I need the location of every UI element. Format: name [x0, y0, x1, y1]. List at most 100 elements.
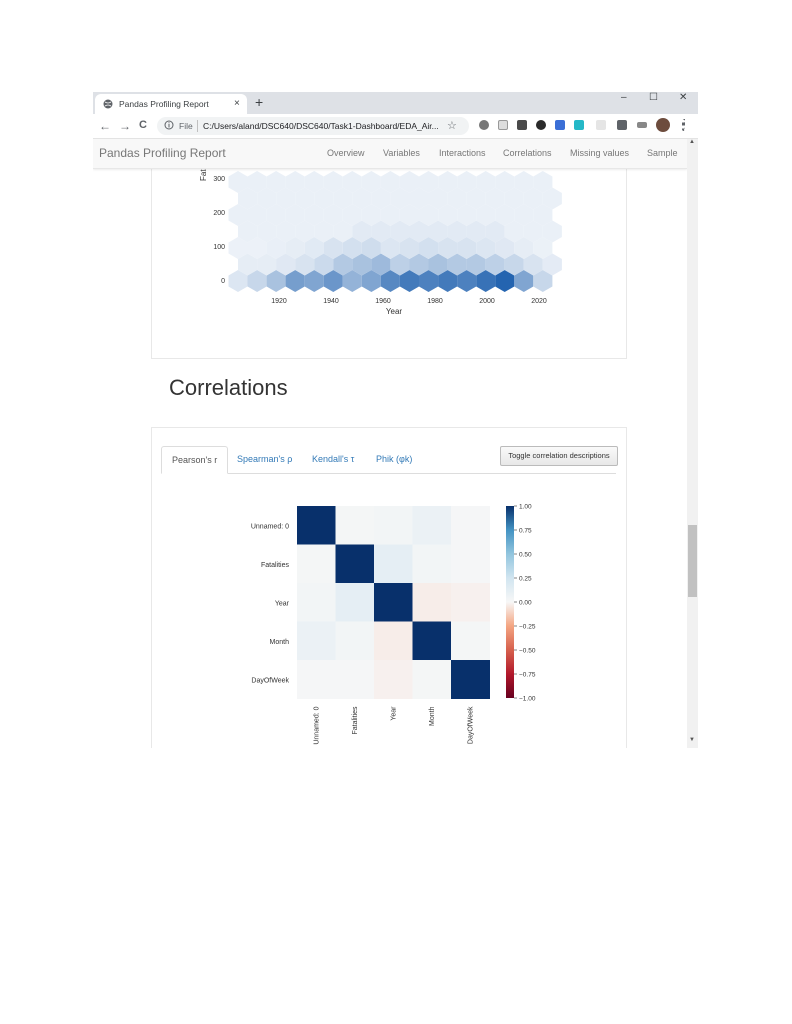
heatmap-cell — [335, 660, 375, 699]
colorbar-tick-label: 0.75 — [519, 528, 532, 535]
colorbar-tick-label: −0.50 — [519, 648, 536, 655]
heatmap-cell — [412, 621, 452, 661]
hexbin-xtick: 1980 — [427, 298, 443, 305]
reload-icon[interactable]: C — [139, 119, 147, 131]
heatmap-cell — [451, 506, 490, 545]
vertical-scrollbar[interactable]: ▲ ▼ — [687, 139, 698, 748]
heatmap-col-label: DayOfWeek — [467, 706, 474, 744]
heatmap-cell — [412, 506, 452, 545]
report-brand[interactable]: Pandas Profiling Report — [99, 146, 226, 160]
divider — [197, 120, 198, 132]
back-icon[interactable]: ← — [99, 119, 111, 133]
correlation-heatmap: Unnamed: 0 Unnamed: 0 Fatalities Fatalities… — [251, 504, 536, 745]
tab-pearson[interactable]: Pearson's r — [161, 446, 229, 474]
heatmap-row-label: Fatalities — [261, 562, 290, 569]
heatmap-cell — [297, 583, 336, 622]
hexbin-xlabel: Year — [386, 307, 403, 316]
hexbin-xtick: 1960 — [375, 298, 391, 305]
nav-missing-values[interactable]: Missing values — [570, 148, 629, 158]
scroll-down-icon[interactable]: ▼ — [689, 737, 695, 743]
hexbin-ytick: 100 — [213, 244, 225, 251]
extension-icon[interactable] — [574, 120, 584, 130]
hexbin-xtick: 2000 — [479, 298, 495, 305]
avatar[interactable] — [656, 118, 670, 132]
maximize-icon[interactable]: ☐ — [649, 92, 658, 103]
hexbin-chart: Fatalities 3002001000 192019401960198020… — [199, 149, 562, 316]
minimize-icon[interactable]: – — [621, 92, 627, 103]
address-bar[interactable]: File C:/Users/aland/DSC640/DSC640/Task1-… — [157, 117, 469, 135]
hexbin-ytick: 300 — [213, 176, 225, 183]
tab-phik[interactable]: Phik (φk) — [366, 446, 422, 472]
hexbin-xtick: 1920 — [271, 298, 287, 305]
heatmap-cell — [412, 544, 452, 584]
colorbar-tick-label: −1.00 — [519, 696, 536, 703]
nav-interactions[interactable]: Interactions — [439, 148, 486, 158]
heatmap-row-label: Unnamed: 0 — [251, 523, 289, 530]
heatmap-cell — [297, 660, 336, 699]
heatmap-cell — [451, 660, 490, 699]
bookmark-star-icon[interactable]: ☆ — [447, 119, 457, 132]
nav-overview[interactable]: Overview — [327, 148, 365, 158]
heatmap-cell — [451, 544, 490, 584]
nav-sample[interactable]: Sample — [647, 148, 678, 158]
heatmap-row-label: DayOfWeek — [251, 677, 289, 684]
extension-icon[interactable] — [517, 120, 527, 130]
close-window-icon[interactable]: ✕ — [679, 92, 687, 103]
heatmap-cell — [335, 621, 375, 661]
extensions-puzzle-icon[interactable] — [617, 120, 627, 130]
browser-window: Pandas Profiling Report × + – ☐ ✕ ← → C … — [93, 92, 698, 748]
section-title-correlations: Correlations — [169, 375, 288, 400]
new-tab-button[interactable]: + — [255, 94, 263, 110]
heatmap-cell — [374, 583, 413, 622]
info-icon[interactable] — [164, 120, 174, 130]
heatmap-cell — [335, 506, 375, 545]
toggle-correlation-descriptions-button[interactable]: Toggle correlation descriptions — [500, 446, 618, 466]
heatmap-cell — [374, 621, 413, 661]
menu-dots-icon[interactable] — [682, 119, 688, 131]
heatmap-cell — [451, 621, 490, 661]
report-page: Pandas Profiling Report Overview Variabl… — [93, 139, 687, 748]
heatmap-col-label: Unnamed: 0 — [313, 706, 320, 744]
colorbar-tick-label: −0.75 — [519, 672, 536, 679]
heatmap-cell — [374, 660, 413, 699]
reading-list-icon[interactable] — [637, 122, 647, 128]
heatmap-cell — [374, 544, 413, 584]
browser-tab[interactable]: Pandas Profiling Report × — [95, 94, 247, 114]
heatmap-row-label: Year — [275, 600, 290, 607]
hexbin-xtick: 2020 — [531, 298, 547, 305]
forward-icon[interactable]: → — [119, 119, 131, 133]
heatmap-cell — [335, 583, 375, 622]
scroll-up-icon[interactable]: ▲ — [689, 139, 695, 145]
heatmap-cell — [297, 621, 336, 661]
extension-icon[interactable] — [498, 120, 508, 130]
heatmap-cell — [412, 583, 452, 622]
colorbar-tick-label: 0.50 — [519, 552, 532, 559]
globe-icon — [103, 99, 113, 109]
close-tab-icon[interactable]: × — [234, 98, 240, 109]
report-navbar: Pandas Profiling Report Overview Variabl… — [93, 139, 687, 169]
tab-spearman[interactable]: Spearman's ρ — [227, 446, 302, 472]
extension-icon[interactable] — [479, 120, 489, 130]
url-text[interactable]: C:/Users/aland/DSC640/DSC640/Task1-Dashb… — [203, 121, 439, 131]
hexbin-ytick: 200 — [213, 210, 225, 217]
scheme-label: File — [179, 121, 193, 131]
nav-correlations[interactable]: Correlations — [503, 148, 552, 158]
extension-icon[interactable] — [555, 120, 565, 130]
colorbar-tick-label: 0.00 — [519, 600, 532, 607]
heatmap-col-label: Year — [390, 706, 397, 721]
scrollbar-thumb[interactable] — [688, 525, 697, 597]
heatmap-col-label: Fatalities — [352, 706, 359, 735]
heatmap-cell — [335, 544, 375, 584]
colorbar — [506, 506, 514, 698]
nav-variables[interactable]: Variables — [383, 148, 420, 158]
heatmap-row-label: Month — [270, 639, 290, 646]
colorbar-tick-label: 1.00 — [519, 504, 532, 511]
extension-icon[interactable] — [596, 120, 606, 130]
heatmap-col-label: Month — [429, 706, 436, 726]
heatmap-cell — [297, 506, 336, 545]
address-toolbar: ← → C File C:/Users/aland/DSC640/DSC640/… — [93, 114, 698, 139]
extension-icon[interactable] — [536, 120, 546, 130]
hexbin-ytick: 0 — [221, 278, 225, 285]
hexbin-xtick: 1940 — [323, 298, 339, 305]
tab-kendall[interactable]: Kendall's τ — [302, 446, 364, 472]
